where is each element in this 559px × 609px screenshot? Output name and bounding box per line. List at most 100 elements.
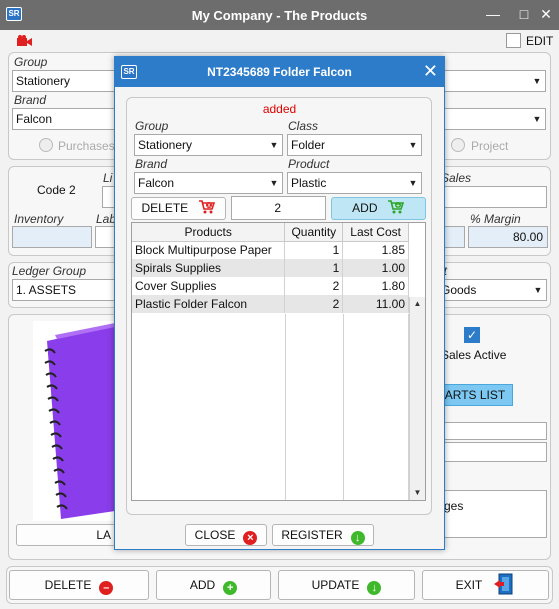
dialog-product-value: Plastic bbox=[291, 176, 327, 190]
dialog-group-select[interactable]: Stationery ▼ bbox=[134, 134, 283, 156]
column-header-products[interactable]: Products bbox=[132, 223, 286, 242]
group-value: Stationery bbox=[16, 74, 71, 88]
code-label: Code 2 bbox=[37, 183, 76, 197]
column-divider bbox=[343, 314, 344, 500]
quantity-input[interactable]: 2 bbox=[231, 196, 326, 220]
chevron-down-icon: ▼ bbox=[269, 140, 279, 150]
add-button[interactable]: ADD + bbox=[156, 570, 271, 600]
camera-icon[interactable] bbox=[16, 35, 34, 47]
cell-last-cost: 1.00 bbox=[342, 259, 409, 277]
extra-input[interactable] bbox=[437, 422, 547, 440]
product-parts-dialog: SR NT2345689 Folder Falcon ✕ added Group… bbox=[114, 56, 445, 550]
cell-last-cost: 1.85 bbox=[342, 241, 409, 259]
project-radio[interactable] bbox=[451, 138, 465, 152]
cell-last-cost: 11.00 bbox=[342, 295, 409, 313]
cell-product: Spirals Supplies bbox=[132, 259, 286, 277]
ledger-label: Ledger Group bbox=[12, 264, 87, 278]
dialog-add-label: ADD bbox=[352, 201, 378, 215]
purchases-label: Purchases bbox=[58, 139, 115, 153]
exit-button[interactable]: EXIT bbox=[422, 570, 549, 600]
account-value: Goods bbox=[441, 283, 477, 297]
dialog-group-label: Group bbox=[135, 119, 169, 133]
column-divider bbox=[285, 314, 286, 500]
column-header-last-cost[interactable]: Last Cost bbox=[342, 223, 409, 242]
products-table-container: Products Quantity Last Cost Block Multip… bbox=[131, 222, 426, 501]
parts-list-button[interactable]: ARTS LIST bbox=[437, 384, 513, 406]
cell-product: Block Multipurpose Paper bbox=[132, 241, 286, 259]
title-bar: SR My Company - The Products — □ ✕ bbox=[0, 0, 559, 30]
product-select[interactable]: ▼ bbox=[436, 108, 546, 130]
cell-product: Plastic Folder Falcon bbox=[132, 295, 286, 313]
maximize-icon[interactable]: □ bbox=[514, 4, 534, 24]
minus-icon: – bbox=[99, 581, 114, 595]
brand-value: Falcon bbox=[16, 112, 53, 126]
purchases-radio[interactable] bbox=[39, 138, 53, 152]
dialog-close-icon[interactable]: ✕ bbox=[423, 61, 438, 81]
minimize-icon[interactable]: — bbox=[483, 4, 503, 24]
dialog-delete-button[interactable]: DELETE x bbox=[131, 197, 226, 220]
notes-area[interactable]: ges bbox=[437, 490, 547, 538]
dialog-register-label: REGISTER bbox=[281, 528, 343, 542]
li-label: Li bbox=[103, 171, 113, 185]
table-row[interactable]: Block Multipurpose Paper 1 1.85 bbox=[132, 241, 409, 259]
chevron-down-icon: ▼ bbox=[532, 114, 542, 124]
account-select[interactable]: Goods ▼ bbox=[437, 279, 547, 301]
products-table: Products Quantity Last Cost Block Multip… bbox=[132, 223, 409, 313]
image-button[interactable]: LA bbox=[16, 524, 116, 546]
cell-quantity: 2 bbox=[284, 295, 344, 313]
scroll-down-icon[interactable]: ▼ bbox=[410, 486, 425, 500]
exit-door-icon bbox=[493, 573, 515, 595]
scroll-up-icon[interactable]: ▲ bbox=[410, 297, 425, 311]
margin-label: % Margin bbox=[470, 212, 521, 226]
edit-checkbox[interactable] bbox=[506, 33, 521, 48]
table-row[interactable]: Cover Supplies 2 1.80 bbox=[132, 277, 409, 295]
class-select[interactable]: ▼ bbox=[436, 70, 546, 92]
update-button-label: UPDATE bbox=[311, 578, 360, 592]
dialog-class-value: Folder bbox=[291, 138, 326, 152]
brand-label: Brand bbox=[14, 93, 47, 107]
inventory-input[interactable] bbox=[12, 226, 92, 248]
extra-input-2[interactable] bbox=[437, 442, 547, 462]
dialog-class-select[interactable]: Folder ▼ bbox=[287, 134, 422, 156]
project-label: Project bbox=[471, 139, 509, 153]
table-row[interactable]: Spirals Supplies 1 1.00 bbox=[132, 259, 409, 277]
dialog-title-bar: SR NT2345689 Folder Falcon ✕ bbox=[115, 57, 444, 87]
chevron-down-icon: ▼ bbox=[269, 178, 279, 188]
cell-quantity: 1 bbox=[284, 241, 344, 259]
labels-input[interactable] bbox=[95, 226, 115, 248]
sales-active-label: Sales Active bbox=[441, 348, 507, 362]
dialog-title: NT2345689 Folder Falcon bbox=[207, 65, 352, 79]
cart-add-icon: + bbox=[387, 199, 405, 215]
download-arrow-icon: ↓ bbox=[367, 581, 382, 595]
window-title: My Company - The Products bbox=[191, 8, 368, 23]
cart-remove-icon: x bbox=[198, 199, 216, 215]
column-header-quantity[interactable]: Quantity bbox=[284, 223, 344, 242]
table-scrollbar[interactable]: ▲ ▼ bbox=[409, 297, 425, 500]
group-label: Group bbox=[14, 55, 48, 69]
dialog-brand-label: Brand bbox=[135, 157, 168, 171]
product-image bbox=[33, 321, 115, 521]
sales-label: Sales bbox=[441, 171, 472, 185]
update-button[interactable]: UPDATE ↓ bbox=[278, 570, 415, 600]
sales-active-checkbox[interactable]: ✓ bbox=[464, 327, 480, 343]
dialog-close-label: CLOSE bbox=[194, 528, 236, 542]
margin-input[interactable]: 80.00 bbox=[468, 226, 548, 248]
inventory-label: Inventory bbox=[14, 212, 64, 226]
dialog-close-button[interactable]: CLOSE × bbox=[185, 524, 267, 546]
dialog-add-button[interactable]: ADD + bbox=[331, 197, 426, 220]
dialog-register-button[interactable]: REGISTER ↓ bbox=[272, 524, 374, 546]
delete-button[interactable]: DELETE – bbox=[9, 570, 149, 600]
svg-text:x: x bbox=[207, 202, 211, 209]
dialog-product-select[interactable]: Plastic ▼ bbox=[287, 172, 422, 194]
close-icon[interactable]: ✕ bbox=[536, 4, 556, 24]
chevron-down-icon: ▼ bbox=[408, 140, 418, 150]
dialog-brand-value: Falcon bbox=[138, 176, 175, 190]
dialog-brand-select[interactable]: Falcon ▼ bbox=[134, 172, 283, 194]
table-row[interactable]: Plastic Folder Falcon 2 11.00 bbox=[132, 295, 409, 313]
sales-input[interactable] bbox=[437, 186, 547, 208]
cell-product: Cover Supplies bbox=[132, 277, 286, 295]
chevron-down-icon: ▼ bbox=[532, 76, 542, 86]
chevron-down-icon: ▼ bbox=[408, 178, 418, 188]
add-button-label: ADD bbox=[189, 578, 216, 592]
ledger-select[interactable]: 1. ASSETS bbox=[12, 279, 116, 301]
